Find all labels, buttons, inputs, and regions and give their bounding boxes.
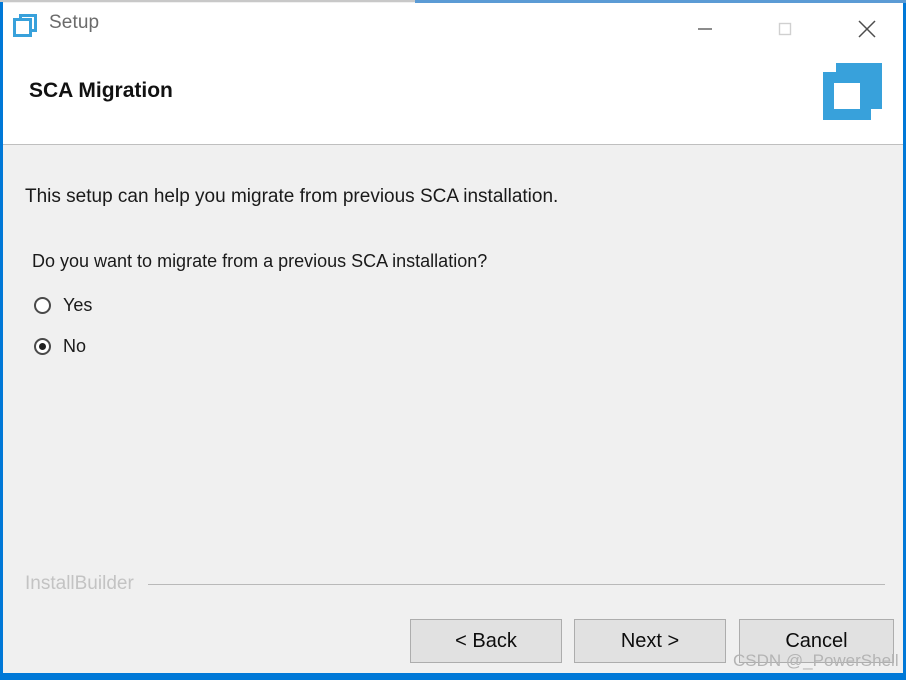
minimize-icon bbox=[694, 18, 716, 40]
brand-strip: InstallBuilder bbox=[25, 573, 885, 595]
radio-indicator-yes[interactable] bbox=[34, 296, 51, 314]
question-text: Do you want to migrate from a previous S… bbox=[32, 251, 488, 271]
overlapping-squares-icon bbox=[12, 14, 40, 40]
radio-option-yes[interactable]: Yes bbox=[34, 292, 92, 318]
maximize-icon bbox=[774, 18, 796, 40]
window-border-top-left bbox=[0, 0, 415, 2]
overlapping-squares-logo bbox=[818, 59, 888, 129]
next-button[interactable]: Next > bbox=[574, 619, 726, 663]
cancel-button[interactable]: Cancel bbox=[739, 619, 894, 663]
logo-square-front bbox=[823, 72, 871, 120]
wizard-button-bar: < Back Next > Cancel bbox=[3, 607, 903, 673]
installbuilder-brand-label: InstallBuilder bbox=[25, 573, 134, 594]
title-bar[interactable]: Setup bbox=[3, 3, 903, 51]
wizard-header: SCA Migration bbox=[3, 51, 903, 145]
close-button[interactable] bbox=[837, 6, 897, 51]
close-icon bbox=[854, 16, 880, 42]
setup-wizard-window: Setup SCA Migration This setup can help … bbox=[0, 0, 906, 680]
radio-label-no: No bbox=[63, 335, 87, 356]
icon-square-front bbox=[13, 18, 32, 37]
intro-text: This setup can help you migrate from pre… bbox=[25, 186, 559, 207]
back-button[interactable]: < Back bbox=[410, 619, 562, 663]
page-title: SCA Migration bbox=[29, 79, 173, 102]
wizard-body: This setup can help you migrate from pre… bbox=[3, 146, 903, 671]
maximize-button[interactable] bbox=[755, 6, 815, 51]
window-title: Setup bbox=[49, 12, 100, 33]
radio-option-no[interactable]: No bbox=[34, 333, 86, 359]
radio-label-yes: Yes bbox=[63, 294, 93, 315]
window-border-bottom bbox=[0, 673, 906, 680]
radio-indicator-no[interactable] bbox=[34, 337, 51, 355]
brand-divider bbox=[147, 583, 885, 585]
minimize-button[interactable] bbox=[675, 6, 735, 51]
